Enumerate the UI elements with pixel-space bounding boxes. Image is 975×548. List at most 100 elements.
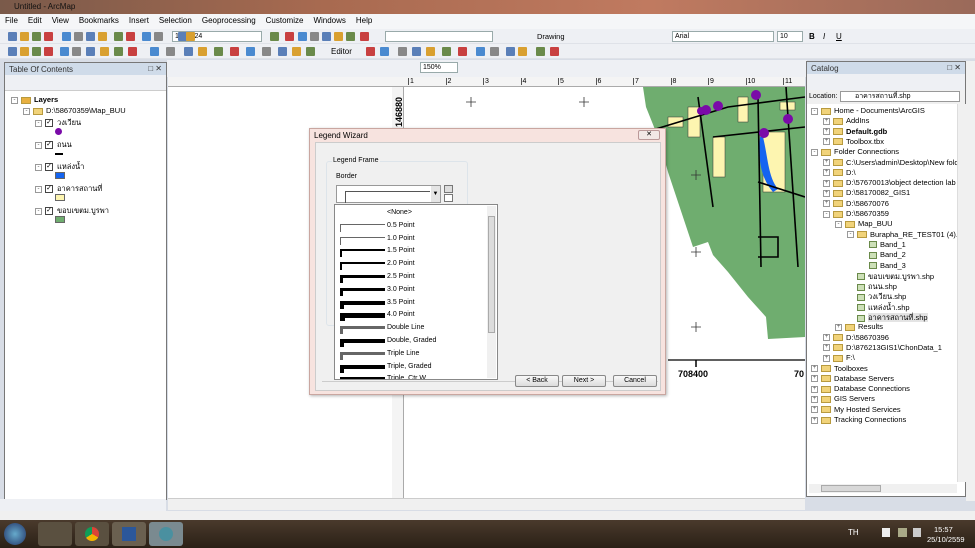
catalog-item[interactable]: + D:\58670396 bbox=[823, 333, 889, 342]
toolbar-button-icon[interactable] bbox=[298, 32, 307, 41]
border-option[interactable]: Triple, Graded bbox=[335, 361, 485, 374]
toolbar-button-icon[interactable] bbox=[398, 47, 407, 56]
toolbar-button-icon[interactable] bbox=[198, 47, 207, 56]
toolbar-button-icon[interactable] bbox=[186, 32, 195, 41]
border-option[interactable]: 4.0 Point bbox=[335, 309, 485, 322]
toolbar-button-icon[interactable] bbox=[246, 47, 255, 56]
toolbar-button-icon[interactable] bbox=[550, 47, 559, 56]
toolbar-button-icon[interactable] bbox=[380, 47, 389, 56]
toolbar-button-icon[interactable] bbox=[346, 32, 355, 41]
catalog-item[interactable]: + Toolboxes bbox=[811, 364, 868, 373]
catalog-item[interactable]: + D:\ bbox=[823, 168, 856, 177]
catalog-item[interactable]: + Results bbox=[835, 322, 883, 331]
toolbar-button-icon[interactable] bbox=[490, 47, 499, 56]
clock-date[interactable]: 25/10/2559 bbox=[927, 535, 965, 544]
dialog-close-button[interactable]: ✕ bbox=[638, 130, 660, 140]
toolbar-button-icon[interactable] bbox=[72, 47, 81, 56]
catalog-item[interactable]: - D:\58670359 bbox=[823, 209, 889, 218]
toolbar-button-icon[interactable] bbox=[476, 47, 485, 56]
layer-symbol-icon[interactable] bbox=[55, 128, 62, 135]
border-dropdown[interactable]: ▼ bbox=[336, 185, 441, 203]
toolbar-button-icon[interactable] bbox=[74, 32, 83, 41]
drawing-menu[interactable]: Drawing bbox=[537, 32, 565, 41]
menu-selection[interactable]: Selection bbox=[154, 14, 197, 29]
catalog-item[interactable]: - Map_BUU bbox=[835, 219, 893, 228]
catalog-item[interactable]: + My Hosted Services bbox=[811, 405, 901, 414]
toolbar-button-icon[interactable] bbox=[114, 47, 123, 56]
chrome-taskbar-icon[interactable] bbox=[75, 522, 109, 546]
catalog-item[interactable]: + Database Connections bbox=[811, 384, 910, 393]
menu-insert[interactable]: Insert bbox=[124, 14, 154, 29]
toolbar-button-icon[interactable] bbox=[310, 32, 319, 41]
toolbar-button-icon[interactable] bbox=[230, 47, 239, 56]
catalog-item[interactable]: Band_1 bbox=[859, 240, 906, 249]
bold-button[interactable]: B bbox=[809, 32, 815, 41]
dropdown-scrollbar[interactable] bbox=[487, 206, 496, 378]
catalog-vertical-scrollbar[interactable] bbox=[957, 104, 966, 482]
border-option[interactable]: Double Line bbox=[335, 322, 485, 335]
volume-icon[interactable] bbox=[913, 528, 921, 537]
catalog-item[interactable]: + D:\58670076 bbox=[823, 199, 889, 208]
menu-geoprocessing[interactable]: Geoprocessing bbox=[197, 14, 261, 29]
layer-visibility-checkbox[interactable]: ✓ bbox=[45, 141, 53, 150]
border-option[interactable]: 2.5 Point bbox=[335, 271, 485, 284]
border-option[interactable]: <None> bbox=[335, 207, 485, 220]
catalog-item[interactable]: + F:\ bbox=[823, 353, 855, 362]
arcmap-taskbar-icon[interactable] bbox=[149, 522, 183, 546]
catalog-item[interactable]: - Folder Connections bbox=[811, 147, 899, 156]
layer-visibility-checkbox[interactable]: ✓ bbox=[45, 207, 53, 216]
explorer-taskbar-icon[interactable] bbox=[38, 522, 72, 546]
layout-zoom-combo[interactable]: 150% bbox=[420, 62, 458, 73]
catalog-item[interactable]: - Burapha_RE_TEST01 (4).jpg bbox=[847, 230, 968, 239]
back-button[interactable]: < Back bbox=[515, 375, 559, 387]
menu-bookmarks[interactable]: Bookmarks bbox=[74, 14, 124, 29]
word-taskbar-icon[interactable] bbox=[112, 522, 146, 546]
catalog-item[interactable]: Band_2 bbox=[859, 250, 906, 259]
toolbar-button-icon[interactable] bbox=[114, 32, 123, 41]
catalog-item[interactable]: + D:\57670013\object detection lab bbox=[823, 178, 956, 187]
layer-visibility-checkbox[interactable]: ✓ bbox=[45, 163, 53, 172]
underline-button[interactable]: U bbox=[836, 32, 842, 41]
font-size-combo[interactable]: 10 bbox=[777, 31, 803, 42]
catalog-item[interactable]: + D:\876213GIS1\ChonData_1 bbox=[823, 343, 942, 352]
border-option[interactable]: 2.0 Point bbox=[335, 258, 485, 271]
cancel-button[interactable]: Cancel bbox=[613, 375, 657, 387]
toolbar-button-icon[interactable] bbox=[128, 47, 137, 56]
catalog-horizontal-scrollbar[interactable] bbox=[809, 484, 957, 493]
menu-windows[interactable]: Windows bbox=[308, 14, 350, 29]
toolbar-button-icon[interactable] bbox=[98, 32, 107, 41]
catalog-item[interactable]: - Home - Documents\ArcGIS bbox=[811, 106, 925, 115]
catalog-item[interactable]: + C:\Users\admin\Desktop\New folder bbox=[823, 158, 965, 167]
editor-target-combo[interactable] bbox=[385, 31, 493, 42]
next-button[interactable]: Next > bbox=[562, 375, 606, 387]
catalog-item[interactable]: + AddIns bbox=[823, 116, 869, 125]
toolbar-button-icon[interactable] bbox=[518, 47, 527, 56]
toolbar-button-icon[interactable] bbox=[60, 47, 69, 56]
catalog-item[interactable]: + GIS Servers bbox=[811, 394, 875, 403]
toolbar-button-icon[interactable] bbox=[184, 47, 193, 56]
toolbar-button-icon[interactable] bbox=[150, 47, 159, 56]
toc-layer[interactable]: - ✓ ขอบเขตม.บูรพา bbox=[35, 205, 109, 217]
toolbar-button-icon[interactable] bbox=[62, 32, 71, 41]
catalog-item[interactable]: Band_3 bbox=[859, 261, 906, 270]
layer-symbol-icon[interactable] bbox=[55, 216, 65, 223]
border-option[interactable]: Double, Graded bbox=[335, 335, 485, 348]
catalog-close-icon[interactable]: □ ✕ bbox=[947, 63, 961, 72]
toolbar-button-icon[interactable] bbox=[285, 32, 294, 41]
toolbar-button-icon[interactable] bbox=[32, 47, 41, 56]
toc-layer[interactable]: - ✓ ถนน bbox=[35, 139, 72, 151]
toolbar-button-icon[interactable] bbox=[214, 47, 223, 56]
toolbar-button-icon[interactable] bbox=[278, 47, 287, 56]
toolbar-button-icon[interactable] bbox=[506, 47, 515, 56]
catalog-item[interactable]: + Database Servers bbox=[811, 374, 894, 383]
layer-symbol-icon[interactable] bbox=[55, 153, 63, 155]
toolbar-button-icon[interactable] bbox=[426, 47, 435, 56]
border-option[interactable]: 1.5 Point bbox=[335, 245, 485, 258]
toolbar-button-icon[interactable] bbox=[44, 32, 53, 41]
toolbar-button-icon[interactable] bbox=[536, 47, 545, 56]
layer-symbol-icon[interactable] bbox=[55, 194, 65, 201]
toolbar-button-icon[interactable] bbox=[126, 32, 135, 41]
menu-customize[interactable]: Customize bbox=[261, 14, 309, 29]
layer-visibility-checkbox[interactable]: ✓ bbox=[45, 119, 53, 128]
toolbar-button-icon[interactable] bbox=[32, 32, 41, 41]
